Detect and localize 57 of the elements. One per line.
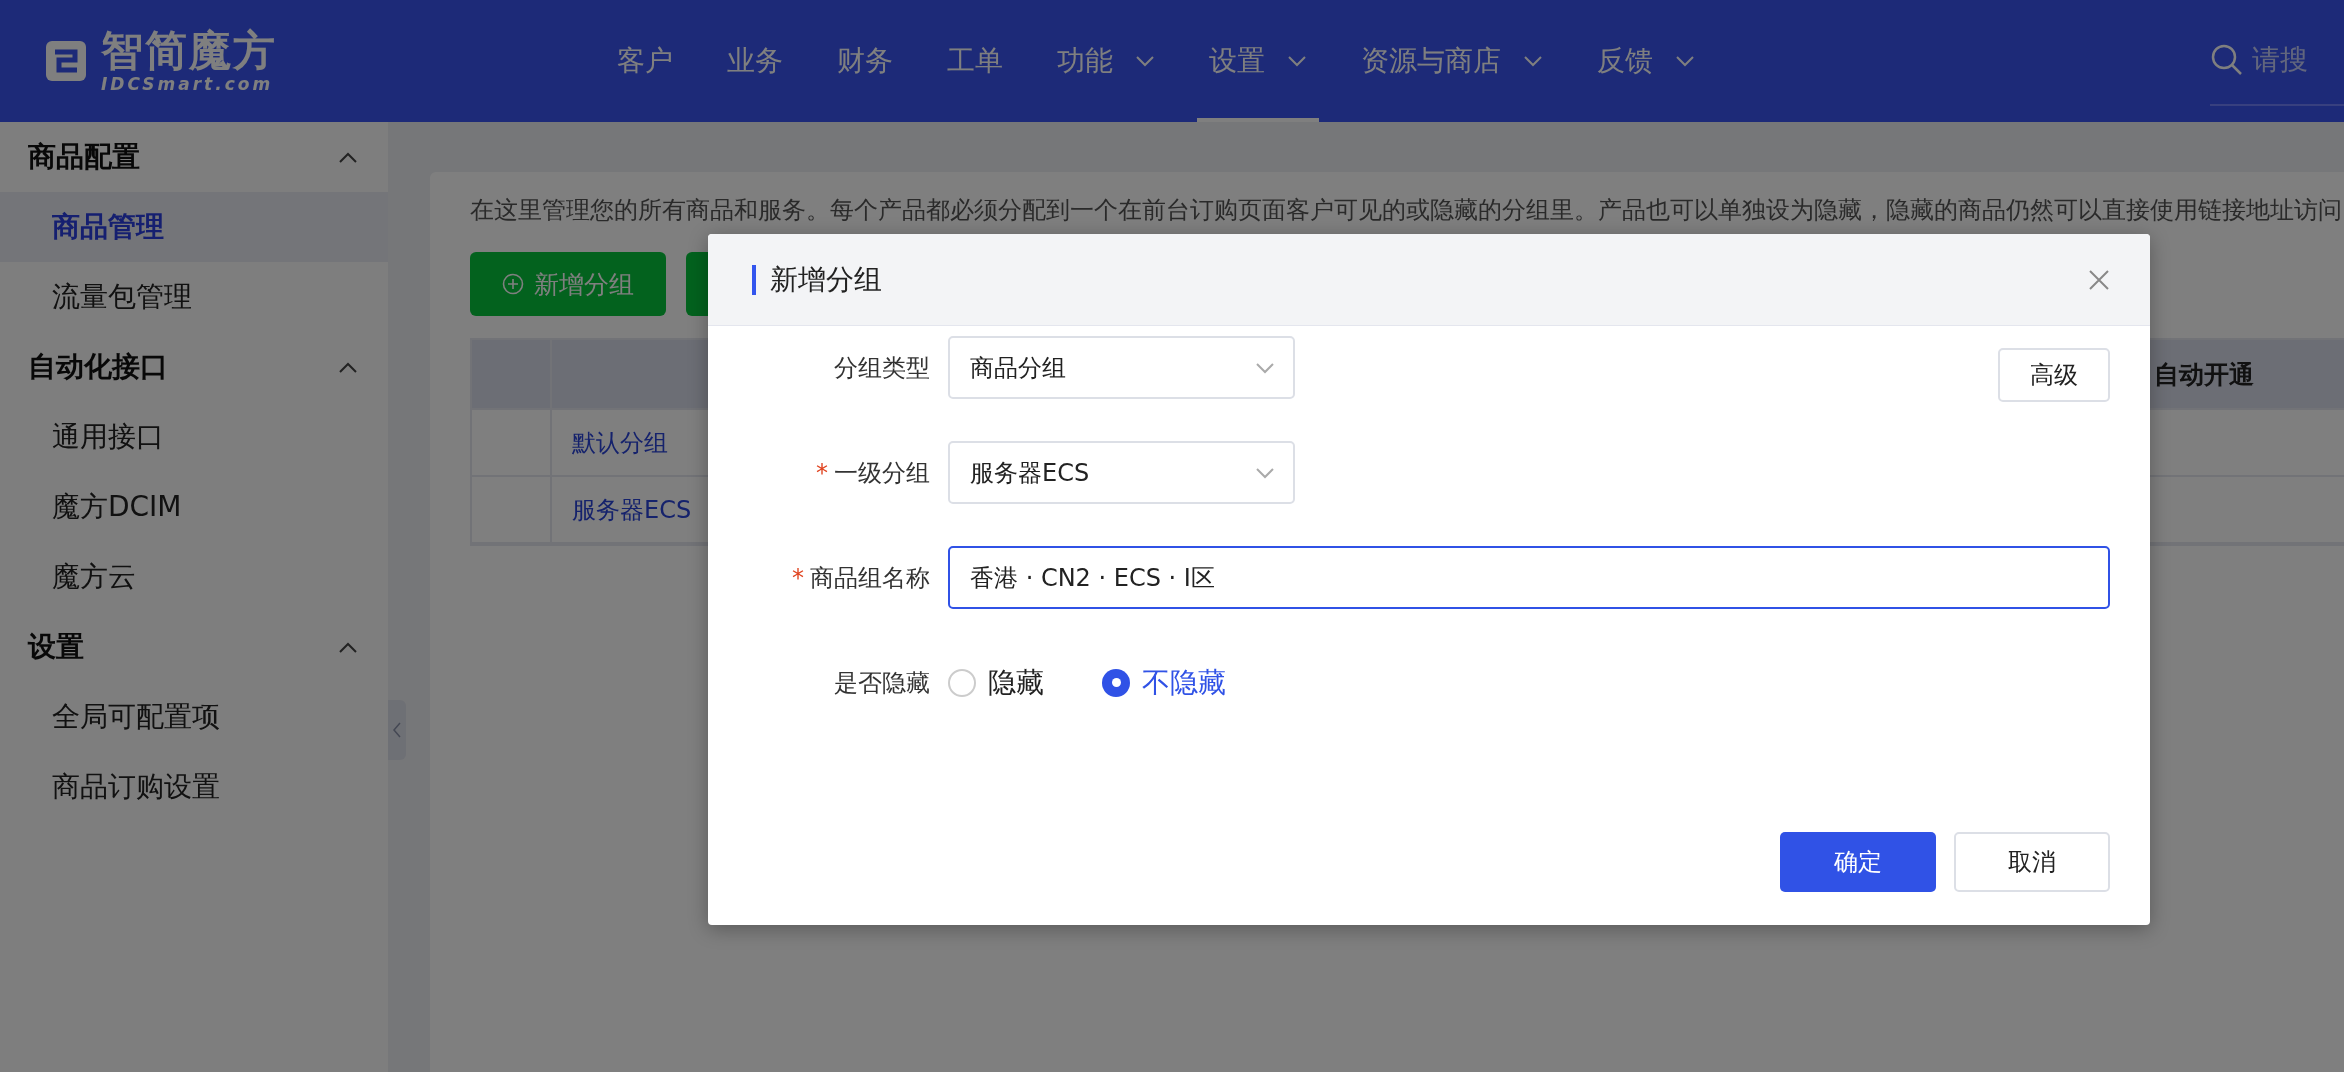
nav-item[interactable]: 功能 [1045, 0, 1167, 122]
field-label: 分组类型 [833, 352, 930, 384]
chevron-down-icon [1255, 361, 1275, 374]
group-title: 自动化接口 [28, 349, 168, 385]
radio-label: 不隐藏 [1142, 664, 1226, 701]
radio-label: 隐藏 [988, 664, 1044, 701]
advanced-button[interactable]: 高级 [1998, 348, 2110, 402]
chevron-down-icon [1675, 55, 1695, 67]
chevron-left-icon [393, 722, 401, 738]
sidebar-group[interactable]: 商品配置 [0, 122, 388, 192]
sidebar-item[interactable]: 通用接口 [0, 402, 388, 472]
select-field[interactable]: 服务器ECS [948, 441, 1295, 504]
sidebar-item[interactable]: 魔方云 [0, 542, 388, 612]
sidebar-group[interactable]: 自动化接口 [0, 332, 388, 402]
close-icon[interactable] [2088, 268, 2110, 291]
sidebar-item[interactable]: 商品管理 [0, 192, 388, 262]
cancel-button[interactable]: 取消 [1954, 832, 2110, 892]
plus-circle-icon [502, 273, 524, 295]
nav-item[interactable]: 客户 [605, 0, 685, 122]
group-title: 设置 [28, 629, 84, 665]
search-icon [2210, 43, 2244, 77]
group-title: 商品配置 [28, 139, 140, 175]
logo-subtext: IDCSmart.com [101, 74, 275, 95]
confirm-button[interactable]: 确定 [1780, 832, 1936, 892]
nav-item[interactable]: 反馈 [1585, 0, 1707, 122]
nav-item[interactable]: 工单 [935, 0, 1015, 122]
chevron-up-icon [338, 151, 358, 163]
chevron-down-icon [1255, 466, 1275, 479]
nav-item[interactable]: 业务 [715, 0, 795, 122]
name-input[interactable]: 香港 · CN2 · ECS · Ⅰ区 [948, 546, 2110, 609]
nav-item[interactable]: 资源与商店 [1349, 0, 1555, 122]
group-link[interactable]: 默认分组 [572, 426, 668, 459]
sidebar-item[interactable]: 魔方DCIM [0, 472, 388, 542]
sidebar-item[interactable]: 流量包管理 [0, 262, 388, 332]
dialog-title: 新增分组 [752, 264, 882, 295]
group-link[interactable]: 服务器ECS [572, 493, 692, 526]
sidebar-group[interactable]: 设置 [0, 612, 388, 682]
field-label: 是否隐藏 [833, 667, 930, 699]
nav-item[interactable]: 财务 [825, 0, 905, 122]
collapse-handle[interactable] [388, 700, 406, 760]
logo-icon [45, 40, 87, 82]
logo-text: 智简魔方 [101, 27, 277, 75]
field-label: * 一级分组 [815, 457, 930, 489]
sidebar-item[interactable]: 全局可配置项 [0, 682, 388, 752]
chevron-down-icon [1135, 55, 1155, 67]
chevron-down-icon [1523, 55, 1543, 67]
select-field[interactable]: 商品分组 [948, 336, 1295, 399]
chevron-down-icon [1287, 55, 1307, 67]
radio-option[interactable]: 隐藏 [948, 663, 1044, 702]
sidebar-item[interactable]: 商品订购设置 [0, 752, 388, 822]
description-text: 在这里管理您的所有商品和服务。每个产品都必须分配到一个在前台订购页面客户可见的或隐藏的分组里。产品也可以单独设为隐藏，隐藏的商品仍然可以直接使用链接地址访问 [470, 195, 2343, 226]
field-label: * 商品组名称 [791, 562, 930, 594]
chevron-up-icon [338, 361, 358, 373]
nav-item[interactable]: 设置 [1197, 0, 1319, 122]
column-header: 自动开通 [2154, 358, 2255, 391]
radio-option[interactable]: 不隐藏 [1102, 663, 1226, 702]
chevron-up-icon [338, 641, 358, 653]
